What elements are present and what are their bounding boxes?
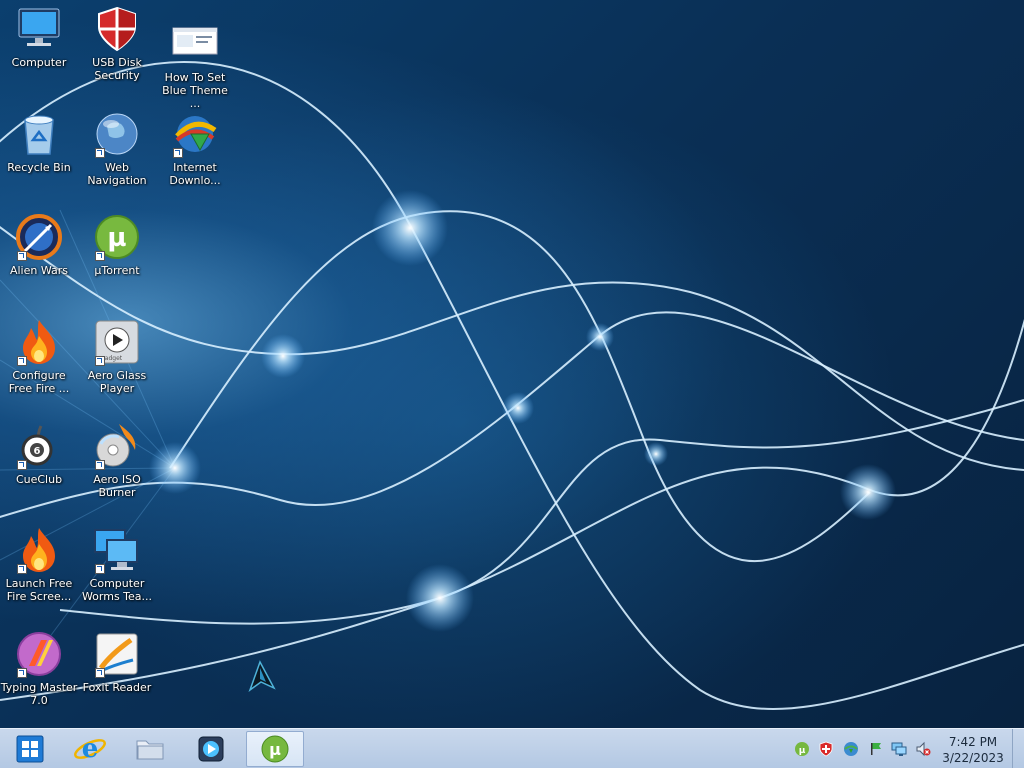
taskbar-internet-explorer[interactable]: e — [64, 731, 116, 767]
taskbar: e µ µ 7:42 PM 3/22/2023 — [0, 728, 1024, 768]
svg-text:6: 6 — [34, 446, 41, 457]
shortcut-arrow-icon — [95, 460, 105, 470]
desktop-icon-label: Recycle Bin — [7, 161, 71, 174]
desktop-icon-label: Aero Glass Player — [87, 369, 147, 395]
desktop-icon-aero-iso-burner[interactable]: Aero ISO Burner — [78, 422, 156, 499]
desktop-icon-aero-glass-player[interactable]: gadget Aero Glass Player — [78, 318, 156, 395]
shortcut-arrow-icon — [17, 564, 27, 574]
tray-volume-muted-icon[interactable] — [915, 741, 931, 757]
clock[interactable]: 7:42 PM 3/22/2023 — [938, 734, 1008, 766]
utorrent-icon: µ — [261, 735, 289, 763]
desktop-icon-computer[interactable]: Computer — [0, 5, 78, 69]
windows-logo-icon — [16, 735, 44, 763]
clock-time: 7:42 PM — [948, 735, 998, 749]
tray-flag-icon[interactable] — [868, 741, 884, 757]
desktop-icon-cueclub[interactable]: 6 CueClub — [0, 422, 78, 486]
shortcut-arrow-icon — [95, 251, 105, 261]
start-button[interactable] — [4, 731, 56, 767]
desktop-icon-foxit-reader[interactable]: Foxit Reader — [78, 630, 156, 694]
shield-icon — [93, 5, 141, 53]
clock-date: 3/22/2023 — [942, 751, 1004, 765]
alien-wars-icon — [15, 213, 63, 261]
desktop-icon-alien-wars[interactable]: Alien Wars — [0, 213, 78, 277]
tray-shield-icon[interactable] — [818, 741, 834, 757]
flame-icon — [15, 526, 63, 574]
taskbar-media-player[interactable] — [184, 731, 236, 767]
desktop-icon-utorrent[interactable]: µ µTorrent — [78, 213, 156, 277]
desktop-icon-launch-free-fire[interactable]: Launch Free Fire Scree... — [0, 526, 78, 603]
utorrent-icon: µ — [93, 213, 141, 261]
desktop-icon-label: Configure Free Fire ... — [8, 369, 70, 395]
monitors-icon — [93, 526, 141, 574]
media-player-icon — [198, 736, 224, 762]
tray-download-globe-icon[interactable] — [843, 741, 859, 757]
desktop-icon-label: Launch Free Fire Scree... — [5, 577, 73, 603]
desktop-icon-label: Internet Downlo... — [169, 161, 221, 187]
desktop-icon-configure-free-fire[interactable]: Configure Free Fire ... — [0, 318, 78, 395]
desktop-icon-web-navigation[interactable]: Web Navigation — [78, 110, 156, 187]
desktop-icon-how-to-set-blue-theme[interactable]: How To Set Blue Theme ... — [156, 20, 234, 110]
desktop-icon-label: USB Disk Security — [92, 56, 142, 82]
desktop-icon-label: Alien Wars — [9, 264, 69, 277]
shortcut-arrow-icon — [95, 668, 105, 678]
shortcut-arrow-icon — [173, 148, 183, 158]
desktop-icon-label: How To Set Blue Theme ... — [162, 71, 228, 110]
desktop-icon-label: CueClub — [15, 473, 63, 486]
computer-icon — [15, 5, 63, 53]
shortcut-arrow-icon — [95, 356, 105, 366]
desktop-icon-label: Web Navigation — [87, 161, 147, 187]
show-desktop-button[interactable] — [1012, 729, 1024, 768]
desktop-icon-recycle-bin[interactable]: Recycle Bin — [0, 110, 78, 174]
desktop-icon-internet-download-manager[interactable]: Internet Downlo... — [156, 110, 234, 187]
desktop-icon-label: Foxit Reader — [82, 681, 152, 694]
desktop-icon-usb-disk-security[interactable]: USB Disk Security — [78, 5, 156, 82]
folder-icon — [136, 740, 164, 760]
disc-burner-icon — [93, 422, 141, 470]
media-player-icon: gadget — [93, 318, 141, 366]
shortcut-arrow-icon — [17, 356, 27, 366]
shortcut-arrow-icon — [95, 148, 105, 158]
internet-explorer-icon: e — [74, 734, 106, 764]
desktop-icon-label: Aero ISO Burner — [93, 473, 141, 499]
desktop-icon-label: µTorrent — [94, 264, 140, 277]
shortcut-arrow-icon — [17, 251, 27, 261]
shortcut-arrow-icon — [95, 564, 105, 574]
shortcut-arrow-icon — [17, 668, 27, 678]
taskbar-utorrent[interactable]: µ — [246, 731, 304, 767]
tray-utorrent-icon[interactable]: µ — [794, 741, 810, 757]
svg-text:µ: µ — [269, 740, 281, 759]
desktop-icon-typing-master[interactable]: Typing Master 7.0 — [0, 630, 78, 707]
svg-text:e: e — [82, 734, 99, 764]
flame-icon — [15, 318, 63, 366]
desktop-icon-label: Computer — [11, 56, 67, 69]
globe-icon — [93, 110, 141, 158]
shortcut-arrow-icon — [17, 460, 27, 470]
svg-text:µ: µ — [799, 746, 806, 756]
document-thumbnail-icon — [171, 20, 219, 68]
svg-text:µ: µ — [107, 223, 126, 253]
download-globe-icon — [171, 110, 219, 158]
desktop-icon-computer-worms-team[interactable]: Computer Worms Tea... — [78, 526, 156, 603]
taskbar-file-explorer[interactable] — [124, 731, 176, 767]
desktop-icon-label: Typing Master 7.0 — [0, 681, 78, 707]
cue-ball-icon: 6 — [15, 422, 63, 470]
mouse-cursor — [248, 660, 276, 692]
foxit-reader-icon — [93, 630, 141, 678]
desktop[interactable]: Computer USB Disk Security How To Set Blue… — [0, 0, 1024, 768]
recycle-bin-icon — [15, 110, 63, 158]
desktop-icon-label: Computer Worms Tea... — [81, 577, 153, 603]
typing-master-icon — [15, 630, 63, 678]
tray-network-icon[interactable] — [891, 741, 907, 757]
